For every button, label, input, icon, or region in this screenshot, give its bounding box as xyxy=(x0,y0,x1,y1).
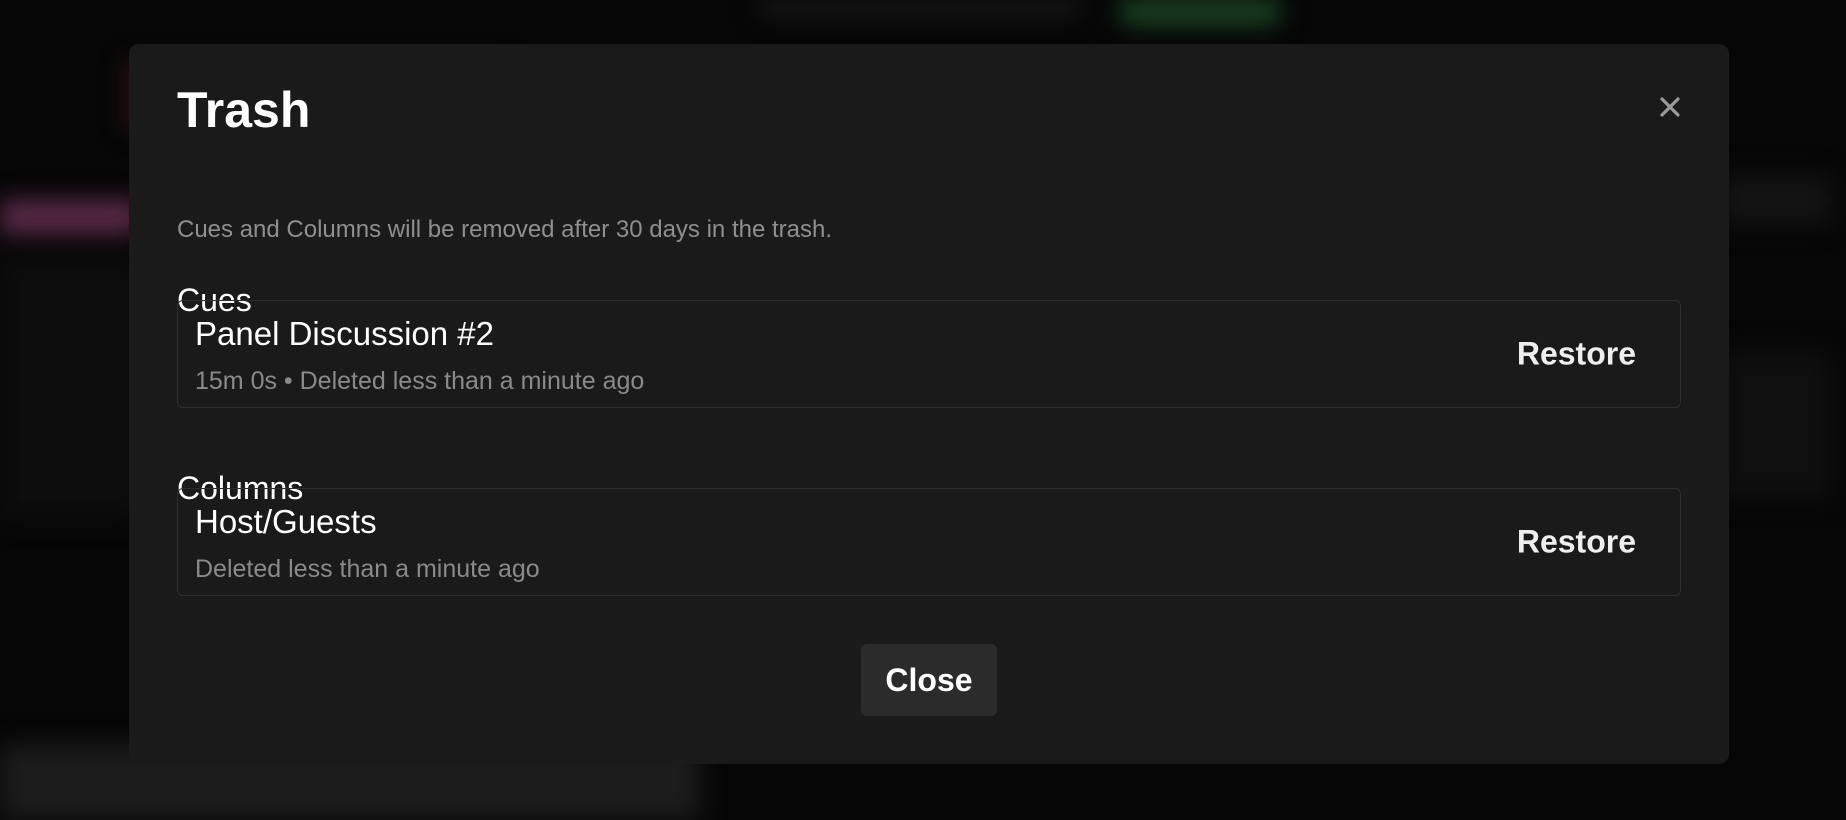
trash-item-card: Panel Discussion #2 15m 0s • Deleted les… xyxy=(177,300,1681,408)
close-icon[interactable] xyxy=(1651,88,1689,126)
trash-item-card: Host/Guests Deleted less than a minute a… xyxy=(177,488,1681,596)
backdrop-shape xyxy=(0,260,140,520)
trash-item-name: Host/Guests xyxy=(195,503,377,540)
backdrop-shape xyxy=(1120,0,1280,24)
backdrop-shape xyxy=(0,200,140,234)
backdrop-shape xyxy=(1720,175,1830,225)
dialog-title: Trash xyxy=(177,82,311,138)
restore-cue-button[interactable]: Restore xyxy=(1513,328,1640,381)
close-button[interactable]: Close xyxy=(861,644,997,716)
backdrop-shape xyxy=(760,0,1080,16)
trash-item-name: Panel Discussion #2 xyxy=(195,315,494,352)
dialog-description: Cues and Columns will be removed after 3… xyxy=(177,216,832,243)
trash-item-meta: Deleted less than a minute ago xyxy=(195,555,540,583)
trash-dialog: Trash Cues and Columns will be removed a… xyxy=(129,44,1729,764)
trash-item-meta: 15m 0s • Deleted less than a minute ago xyxy=(195,367,645,395)
backdrop-shape xyxy=(1720,350,1830,500)
restore-column-button[interactable]: Restore xyxy=(1513,516,1640,569)
